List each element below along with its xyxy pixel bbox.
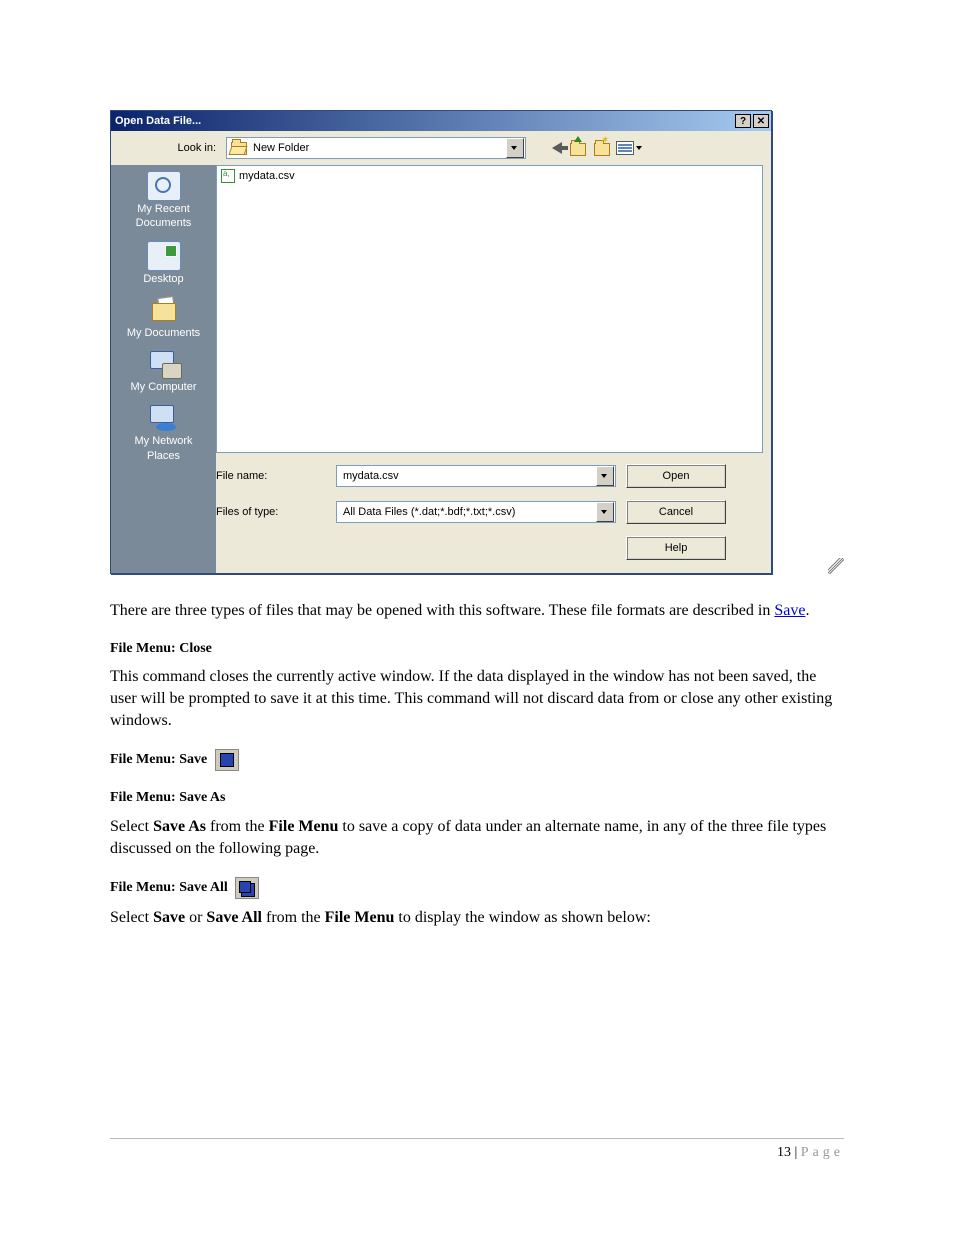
paragraph: Select Save or Save All from the File Me…: [110, 907, 844, 929]
filename-label: File name:: [216, 470, 326, 482]
lookin-combo[interactable]: New Folder: [226, 137, 526, 159]
save-all-icon: [235, 877, 259, 899]
paragraph: There are three types of files that may …: [110, 600, 844, 622]
places-item-label: Desktop: [143, 273, 183, 285]
lookin-value: New Folder: [247, 142, 505, 154]
page-label: Page: [801, 1145, 844, 1160]
dropdown-icon[interactable]: [506, 138, 524, 158]
places-item-label: My Recent: [137, 203, 190, 215]
heading-save: File Menu: Save: [110, 749, 844, 771]
places-bar: My Recent Documents Desktop My Documents My …: [111, 165, 216, 573]
dropdown-icon[interactable]: [596, 466, 614, 486]
places-item-label: Documents: [136, 217, 192, 229]
mydocs-icon: [148, 297, 180, 325]
filename-combo[interactable]: [336, 465, 616, 487]
computer-icon: [148, 351, 180, 379]
titlebar-close-button[interactable]: ✕: [753, 114, 769, 128]
places-item[interactable]: Desktop: [111, 241, 216, 285]
file-name: mydata.csv: [239, 170, 295, 182]
places-item[interactable]: My Computer: [111, 351, 216, 393]
places-item-label: My Documents: [127, 327, 200, 339]
places-item[interactable]: My Recent Documents: [111, 171, 216, 229]
desktop-icon: [147, 241, 181, 271]
dialog-title: Open Data File...: [115, 115, 733, 127]
places-item[interactable]: My Documents: [111, 297, 216, 339]
titlebar-help-button[interactable]: ?: [735, 114, 751, 128]
paragraph: This command closes the currently active…: [110, 666, 844, 731]
lookin-label: Look in:: [111, 142, 220, 154]
heading-saveas: File Menu: Save As: [110, 789, 844, 808]
file-item[interactable]: mydata.csv: [219, 168, 760, 184]
up-one-level-icon[interactable]: [568, 139, 586, 157]
back-icon[interactable]: [552, 142, 562, 154]
page-number: 13: [777, 1145, 791, 1160]
open-file-dialog: Open Data File... ? ✕ Look in: New Folde…: [110, 110, 772, 574]
network-icon: [148, 405, 180, 433]
resize-grip-icon[interactable]: [828, 558, 844, 574]
places-item[interactable]: My Network Places: [111, 405, 216, 461]
filetype-value: [341, 503, 595, 521]
csv-file-icon: [221, 169, 235, 183]
places-item-label: My Network: [134, 435, 192, 447]
help-button[interactable]: Help: [626, 536, 726, 560]
docs-icon: [147, 171, 181, 201]
save-icon: [215, 749, 239, 771]
cancel-button[interactable]: Cancel: [626, 500, 726, 524]
dialog-titlebar[interactable]: Open Data File... ? ✕: [111, 111, 771, 131]
heading-saveall: File Menu: Save All: [110, 877, 844, 899]
filename-input[interactable]: [341, 467, 595, 485]
folder-open-icon: [231, 142, 247, 155]
places-item-label: Places: [147, 450, 180, 462]
filetype-label: Files of type:: [216, 506, 326, 518]
paragraph: Select Save As from the File Menu to sav…: [110, 816, 844, 859]
places-item-label: My Computer: [130, 381, 196, 393]
heading-close: File Menu: Close: [110, 640, 844, 659]
save-link[interactable]: Save: [774, 602, 805, 619]
page-footer: 13 | Page: [110, 1138, 844, 1161]
new-folder-icon[interactable]: [592, 139, 610, 157]
views-menu-icon[interactable]: [616, 141, 642, 155]
filetype-combo[interactable]: [336, 501, 616, 523]
file-list[interactable]: mydata.csv: [216, 165, 763, 453]
dropdown-icon[interactable]: [596, 502, 614, 522]
open-button[interactable]: Open: [626, 464, 726, 488]
